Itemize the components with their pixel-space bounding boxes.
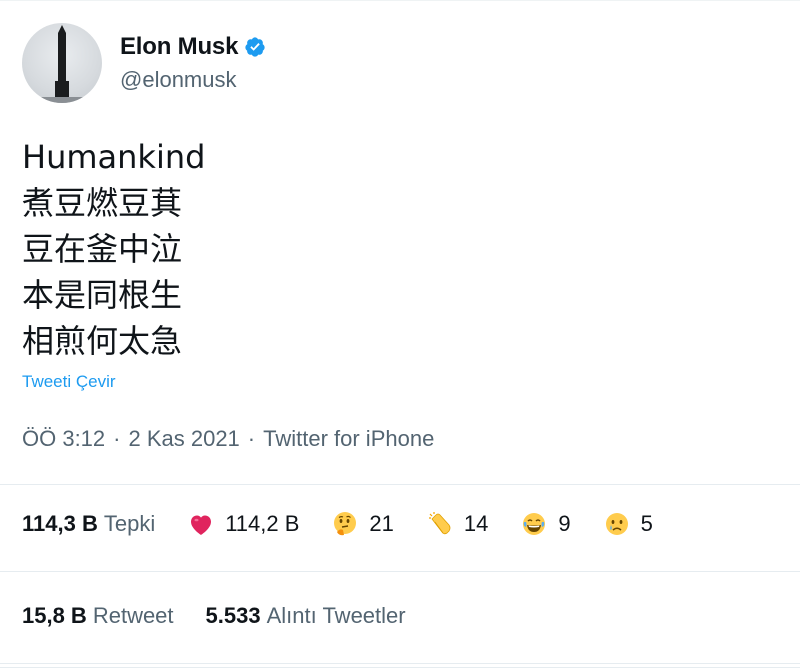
- divider: [0, 663, 800, 664]
- user-names: Elon Musk @elonmusk: [120, 33, 266, 93]
- avatar[interactable]: [22, 23, 102, 103]
- user-handle[interactable]: @elonmusk: [120, 67, 266, 93]
- quote-label: Alıntı Tweetler: [266, 603, 406, 628]
- name-row: Elon Musk: [120, 33, 266, 61]
- clapping-hands-icon: [426, 510, 454, 538]
- retweet-count: 15,8 B: [22, 603, 87, 628]
- reaction-count: 5: [640, 511, 653, 536]
- display-name[interactable]: Elon Musk: [120, 33, 238, 61]
- reaction-thinking[interactable]: 21: [331, 510, 394, 538]
- reaction-clapping[interactable]: 14: [426, 510, 488, 538]
- heart-icon: [187, 510, 215, 538]
- tweet-date[interactable]: 2 Kas 2021: [128, 426, 239, 452]
- tweet-source[interactable]: Twitter for iPhone: [263, 426, 434, 452]
- tweet-line: 相煎何太急: [22, 322, 183, 360]
- thinking-face-icon: [331, 510, 359, 538]
- verified-badge-icon: [244, 36, 266, 58]
- meta-separator: ·: [113, 426, 121, 451]
- reaction-crying[interactable]: 5: [603, 510, 653, 538]
- laughing-face-icon: [520, 510, 548, 538]
- reaction-heart[interactable]: 114,2 B: [187, 510, 299, 538]
- tweet-card: Elon Musk @elonmusk Humankind 煮豆燃豆萁 豆在釜中…: [0, 0, 800, 668]
- rocket-avatar-icon: [22, 25, 102, 103]
- quote-tweets-link[interactable]: 5.533 Alıntı Tweetler: [206, 603, 406, 629]
- divider: [0, 571, 800, 572]
- divider: [0, 484, 800, 485]
- meta-separator: ·: [247, 426, 256, 451]
- reactions-row: 114,3 B Tepki 114,2 B 21 14 9 5: [22, 510, 653, 538]
- tweet-line: Humankind: [22, 138, 206, 176]
- tweet-time[interactable]: ÖÖ 3:12: [22, 426, 105, 452]
- reaction-count: 14: [463, 511, 489, 536]
- retweet-label: Retweet: [92, 603, 174, 628]
- translate-tweet-link[interactable]: Tweeti Çevir: [22, 372, 116, 392]
- quote-count: 5.533: [205, 603, 261, 628]
- engagement-row: 15,8 B Retweet 5.533 Alıntı Tweetler: [22, 603, 406, 629]
- reaction-count: 9: [558, 511, 571, 536]
- tweet-header: Elon Musk @elonmusk: [22, 23, 266, 103]
- reaction-count: 21: [369, 511, 394, 536]
- reactions-total-label: Tepki: [103, 511, 156, 536]
- tweet-line: 煮豆燃豆萁: [22, 184, 183, 222]
- reaction-count: 114,2 B: [225, 511, 300, 536]
- reaction-laughing[interactable]: 9: [520, 510, 571, 538]
- reactions-total-count[interactable]: 114,3 B: [22, 511, 98, 537]
- retweets-link[interactable]: 15,8 B Retweet: [22, 603, 174, 629]
- crying-face-icon: [603, 510, 631, 538]
- tweet-text: Humankind 煮豆燃豆萁 豆在釜中泣 本是同根生 相煎何太急: [22, 134, 205, 364]
- tweet-line: 本是同根生: [22, 276, 183, 314]
- tweet-line: 豆在釜中泣: [22, 230, 183, 268]
- tweet-meta: ÖÖ 3:12 · 2 Kas 2021 · Twitter for iPhon…: [22, 426, 434, 452]
